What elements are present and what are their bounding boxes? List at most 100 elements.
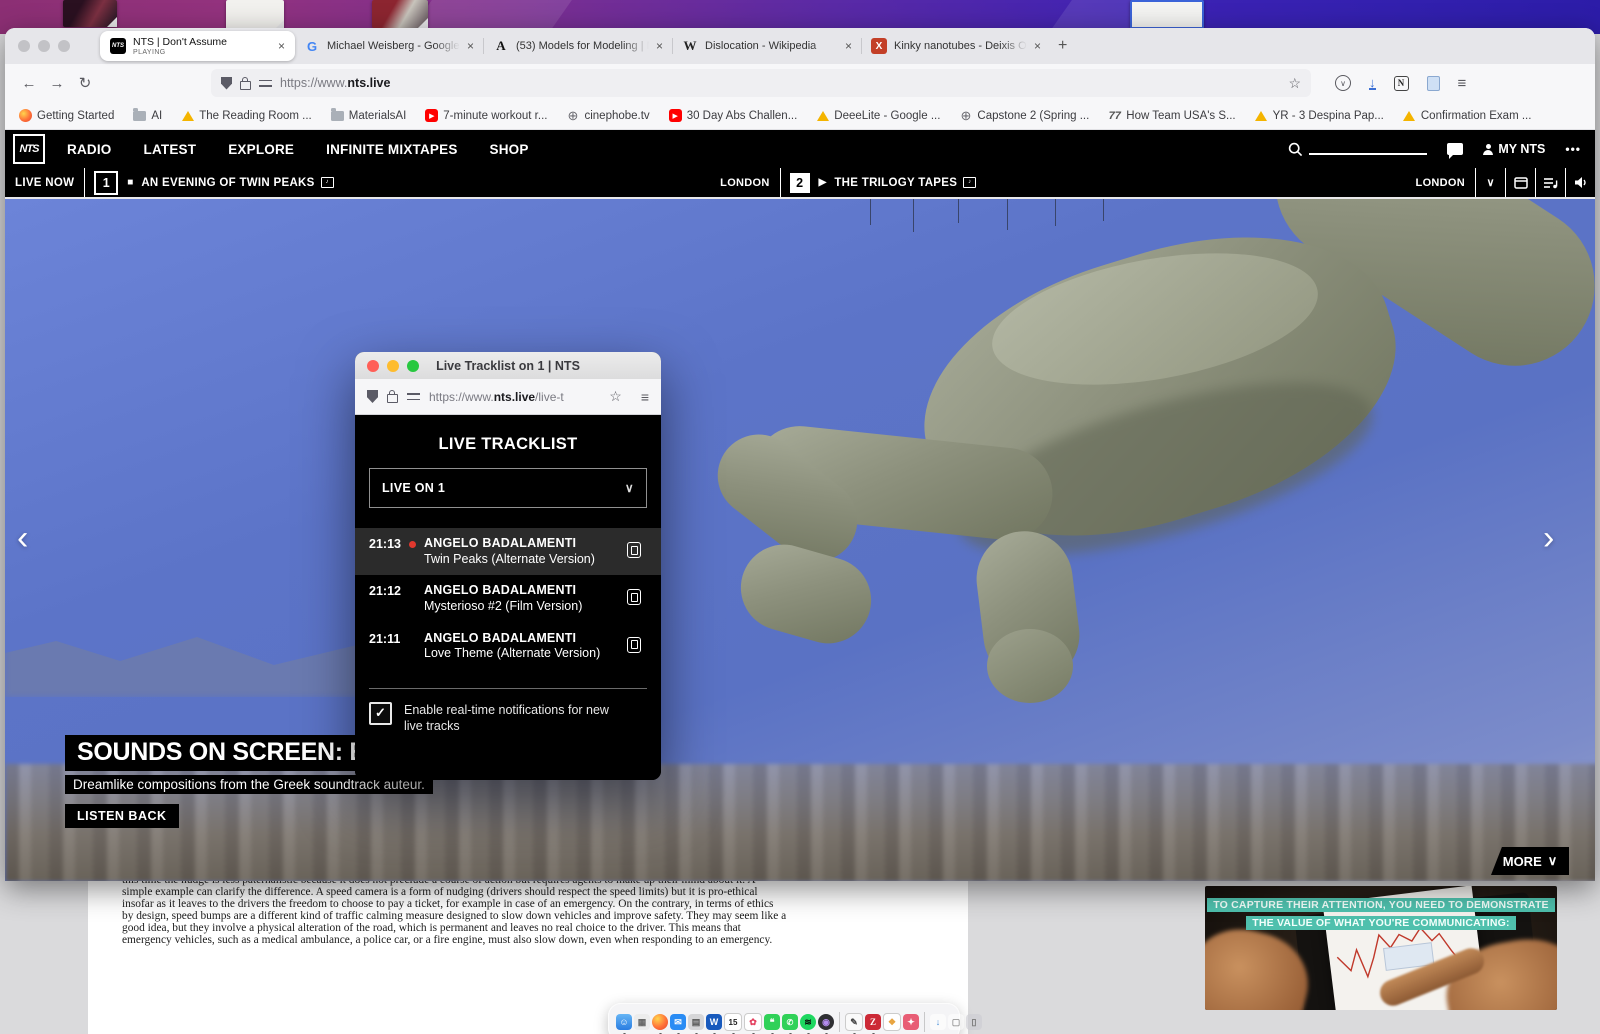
dock-documents[interactable]: ▢ [948, 1014, 964, 1030]
notifications-checkbox-row[interactable]: ✓ Enable real-time notifications for new… [369, 702, 647, 735]
bookmark-workout[interactable]: ▶7-minute workout r... [425, 109, 547, 122]
bookmark-ai-folder[interactable]: AI [133, 109, 162, 122]
dock-calendar[interactable]: 15 [724, 1013, 742, 1031]
close-tab-icon[interactable]: × [278, 39, 285, 53]
bookmark-capstone[interactable]: ⊕Capstone 2 (Spring ... [959, 109, 1089, 122]
collapse-chevron-button[interactable]: ∨ [1475, 168, 1505, 197]
channel-1-strip[interactable]: 1 ■ AN EVENING OF TWIN PEAKS♪ LONDON [85, 168, 779, 197]
dock-downloads[interactable]: ↓ [930, 1014, 946, 1030]
desktop-file-icon[interactable] [226, 0, 284, 30]
copy-icon[interactable] [627, 542, 641, 558]
nav-radio[interactable]: RADIO [67, 142, 112, 157]
dock-trash[interactable]: ▯ [966, 1014, 982, 1030]
bookmark-confirmation[interactable]: Confirmation Exam ... [1403, 109, 1532, 122]
bookmark-despina[interactable]: YR - 3 Despina Pap... [1255, 109, 1384, 122]
dock-word[interactable]: W [706, 1014, 722, 1030]
zoom-window-button[interactable] [58, 40, 70, 52]
nav-explore[interactable]: EXPLORE [228, 142, 294, 157]
desktop-file-icon-selected[interactable] [1130, 0, 1204, 29]
desktop-file-icon[interactable] [63, 0, 117, 27]
search-field[interactable] [1288, 142, 1427, 157]
stop-icon[interactable]: ■ [127, 177, 133, 188]
dock-podcasts[interactable]: ◉ [818, 1014, 834, 1030]
bookmark-reading-room[interactable]: The Reading Room ... [181, 109, 312, 122]
close-window-button[interactable] [18, 40, 30, 52]
new-tab-button[interactable]: + [1058, 37, 1067, 55]
channel-2-strip[interactable]: 2 ▶ THE TRILOGY TAPES♪ LONDON [781, 168, 1475, 197]
listen-back-button[interactable]: LISTEN BACK [65, 804, 179, 828]
popup-url-bar[interactable]: https://www.nts.live/live-t ☆ ≡ [355, 379, 661, 415]
forward-button[interactable]: → [43, 75, 71, 92]
dock-spotify[interactable]: ≋ [800, 1014, 816, 1030]
checkbox-checked[interactable]: ✓ [369, 702, 392, 725]
play-icon[interactable]: ▶ [819, 177, 827, 188]
url-bar[interactable]: https://www.nts.live ☆ [211, 69, 1311, 97]
url-text[interactable]: https://www.nts.live [280, 76, 1280, 90]
tracklist-button[interactable] [1535, 168, 1565, 197]
channel-1-badge[interactable]: 1 [94, 171, 118, 195]
notion-extension-icon[interactable]: N [1394, 76, 1409, 91]
url-text[interactable]: https://www.nts.live/live-t [429, 390, 600, 404]
dock-launchpad[interactable]: ▦ [634, 1014, 650, 1030]
desktop-file-icon[interactable] [372, 0, 428, 28]
dock-mail[interactable]: ✉ [670, 1014, 686, 1030]
minimize-window-button[interactable] [38, 40, 50, 52]
dock-finder[interactable]: ☺ [616, 1014, 632, 1030]
my-nts-button[interactable]: MY NTS [1483, 142, 1545, 156]
bookmark-deeelite[interactable]: DeeeLite - Google ... [816, 109, 940, 122]
dock-messages[interactable]: ❝ [764, 1014, 780, 1030]
dock-facetime[interactable]: ✆ [782, 1014, 798, 1030]
tab-models[interactable]: A (53) Models for Modeling | Mich × [484, 28, 672, 64]
more-menu-icon[interactable]: ••• [1565, 142, 1581, 156]
dock-keynote[interactable]: ✦ [903, 1014, 919, 1030]
lock-icon[interactable] [240, 81, 251, 90]
copy-icon[interactable] [627, 589, 641, 605]
bookmark-cinephobe[interactable]: ⊕cinephobe.tv [566, 109, 649, 122]
reload-button[interactable]: ↻ [71, 74, 99, 92]
dock-scanner[interactable]: ▤ [688, 1014, 704, 1030]
channel-dropdown[interactable]: LIVE ON 1 ∨ [369, 468, 647, 508]
nav-infinite-mixtapes[interactable]: INFINITE MIXTAPES [326, 142, 457, 157]
dock-photos[interactable]: ✿ [744, 1013, 762, 1031]
close-tab-icon[interactable]: × [656, 39, 663, 53]
sidebar-icon[interactable] [1427, 76, 1440, 91]
video-window[interactable]: TO CAPTURE THEIR ATTENTION, YOU NEED TO … [1205, 886, 1557, 1010]
copy-icon[interactable] [627, 637, 641, 653]
track-row[interactable]: 21:12 ANGELO BADALAMENTI Mysterioso #2 (… [355, 575, 661, 622]
close-tab-icon[interactable]: × [845, 39, 852, 53]
dock-app-puzzle[interactable]: ❖ [883, 1013, 901, 1031]
close-tab-icon[interactable]: × [467, 39, 474, 53]
bookmark-team-usa[interactable]: 77How Team USA's S... [1108, 109, 1235, 122]
dock-textedit[interactable]: ✎ [845, 1013, 863, 1031]
dock-firefox[interactable] [652, 1014, 668, 1030]
carousel-prev-arrow[interactable]: ‹ [17, 521, 28, 555]
channel-2-badge[interactable]: 2 [790, 173, 810, 193]
lock-icon[interactable] [387, 394, 398, 403]
chat-icon[interactable] [1447, 143, 1463, 155]
popup-titlebar[interactable]: Live Tracklist on 1 | NTS [355, 352, 661, 379]
tab-google-search[interactable]: G Michael Weisberg - Google Sear × [295, 28, 483, 64]
permissions-icon[interactable] [259, 79, 272, 88]
bookmark-star-icon[interactable]: ☆ [609, 388, 622, 405]
app-menu-icon[interactable]: ≡ [1458, 75, 1467, 92]
carousel-next-arrow[interactable]: › [1543, 521, 1554, 555]
volume-button[interactable] [1565, 168, 1595, 197]
shield-icon[interactable] [221, 77, 232, 90]
bookmark-abs-challenge[interactable]: ▶30 Day Abs Challen... [669, 109, 798, 122]
nts-logo[interactable]: NTS [13, 134, 45, 164]
pocket-icon[interactable]: ∨ [1335, 75, 1351, 91]
app-menu-icon[interactable]: ≡ [641, 389, 649, 405]
bookmark-getting-started[interactable]: Getting Started [19, 109, 114, 122]
tab-wikipedia[interactable]: W Dislocation - Wikipedia × [673, 28, 861, 64]
track-row[interactable]: 21:11 ANGELO BADALAMENTI Love Theme (Alt… [355, 623, 661, 670]
more-button[interactable]: MORE∨ [1491, 847, 1569, 875]
bookmark-materialsai-folder[interactable]: MaterialsAI [331, 109, 407, 122]
close-tab-icon[interactable]: × [1034, 39, 1041, 53]
bookmark-star-icon[interactable]: ☆ [1288, 75, 1301, 92]
downloads-icon[interactable]: ↓ [1369, 77, 1376, 90]
back-button[interactable]: ← [15, 75, 43, 92]
tab-nts[interactable]: NTS NTS | Don't Assume PLAYING × [100, 31, 295, 61]
nav-shop[interactable]: SHOP [490, 142, 529, 157]
schedule-button[interactable] [1505, 168, 1535, 197]
tab-deixis[interactable]: X Kinky nanotubes - Deixis Online × [862, 28, 1050, 64]
